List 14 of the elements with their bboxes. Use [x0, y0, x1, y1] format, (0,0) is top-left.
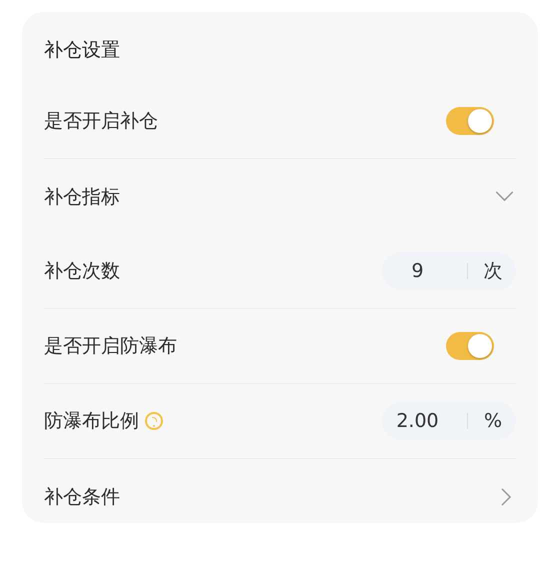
setting-label: 防瀑布比例: [44, 409, 139, 434]
number-field[interactable]: 2.00 %: [382, 402, 516, 440]
setting-label: 补仓条件: [44, 484, 120, 510]
setting-label: 补仓指标: [44, 184, 120, 210]
chevron-right-icon[interactable]: [501, 488, 511, 506]
number-field[interactable]: 9 次: [382, 252, 516, 290]
setting-label: 是否开启防瀑布: [44, 334, 177, 359]
setting-label: 是否开启补仓: [44, 109, 158, 134]
help-icon[interactable]: [145, 412, 163, 430]
setting-label: 补仓次数: [44, 259, 120, 284]
card-title: 补仓设置: [44, 38, 121, 63]
toggle-switch[interactable]: [446, 332, 494, 360]
chevron-down-icon[interactable]: [495, 191, 514, 202]
toggle-switch[interactable]: [446, 107, 494, 135]
